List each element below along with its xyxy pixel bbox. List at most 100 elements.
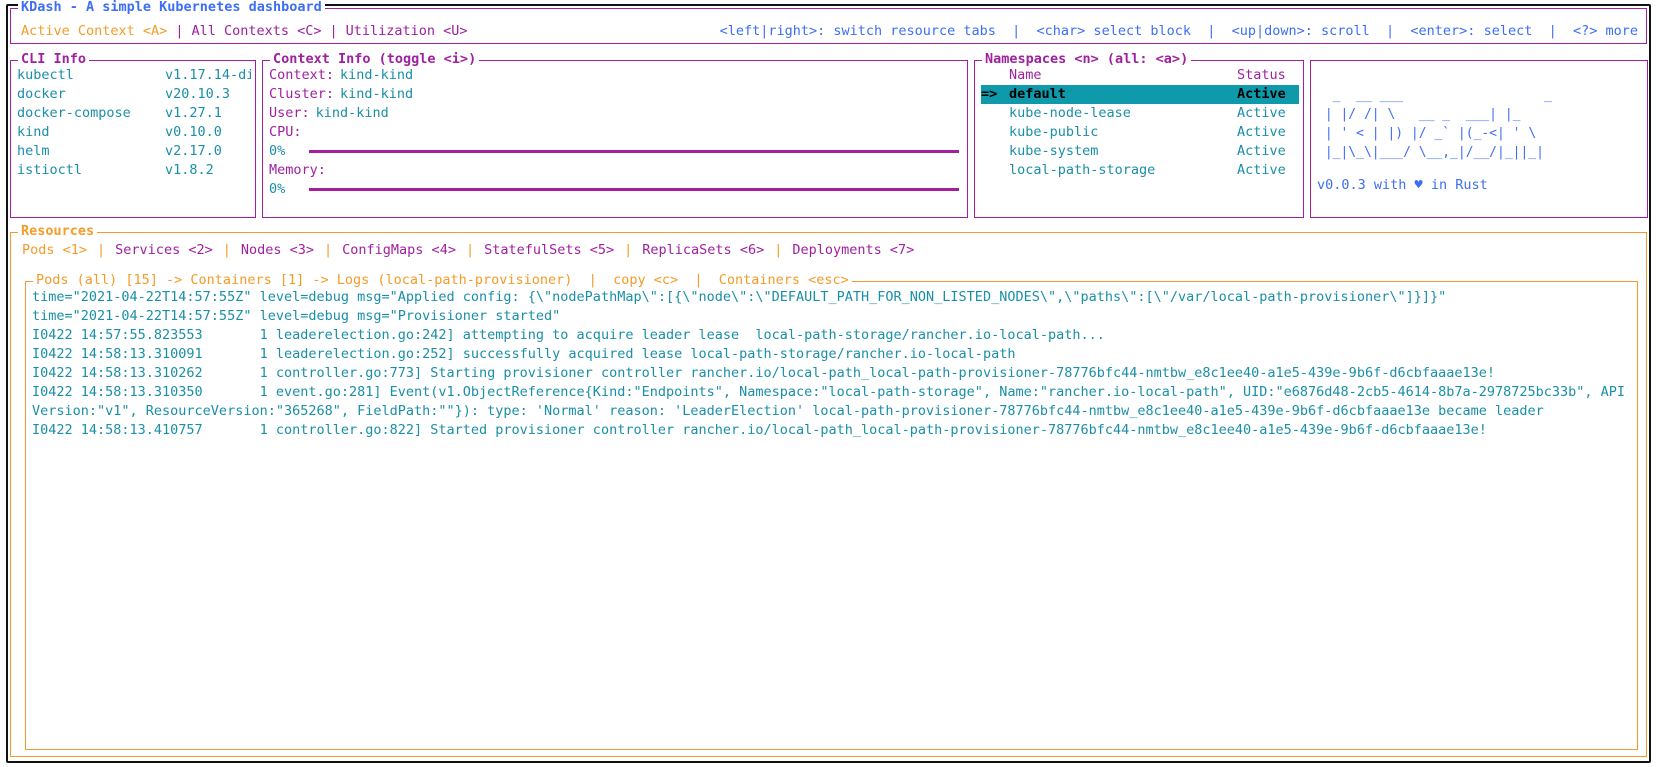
keyboard-help-text: <left|right>: switch resource tabs | <ch…	[719, 23, 1638, 39]
tab-statefulsets[interactable]: StatefulSets <5>	[481, 241, 617, 260]
cli-version: v1.27.1	[165, 105, 222, 121]
status-badge: Active	[1237, 124, 1286, 140]
tab-services[interactable]: Services <2>	[112, 241, 216, 260]
heart-icon: ♥	[1414, 177, 1423, 193]
memory-label: Memory:	[269, 162, 326, 178]
memory-gauge-track	[309, 188, 959, 191]
cli-name: kind	[17, 124, 50, 140]
selected-marker: =>	[981, 86, 998, 102]
logs-panel: Pods (all) [15] -> Containers [1] -> Log…	[25, 272, 1638, 750]
tab-active-context[interactable]: Active Context <A>	[19, 22, 169, 41]
cli-version: v2.17.0	[165, 143, 222, 159]
context-info-title: Context Info (toggle <i>)	[270, 51, 480, 67]
list-item: helm v2.17.0	[17, 142, 251, 161]
cli-info-body: kubectl v1.17.14-disp docker v20.10.3 do…	[17, 66, 251, 215]
kdash-terminal-window: KDash - A simple Kubernetes dashboard Ac…	[0, 0, 1657, 767]
tab-replicasets[interactable]: ReplicaSets <6>	[639, 241, 767, 260]
cpu-percent: 0%	[269, 143, 286, 159]
status-badge: Active	[1237, 105, 1286, 121]
tab-separator: |	[774, 241, 783, 258]
status-badge: Active	[1237, 86, 1286, 102]
context-field-label: Cluster:	[269, 86, 335, 102]
context-field-value: kind-kind	[340, 67, 414, 83]
resource-tabs: Pods <1> | Services <2> | Nodes <3> | Co…	[19, 239, 1640, 261]
table-row[interactable]: local-path-storage Active	[981, 161, 1299, 180]
status-badge: Active	[1237, 162, 1286, 178]
namespaces-table-header: Name Status	[981, 66, 1299, 85]
tab-nodes[interactable]: Nodes <3>	[238, 241, 317, 260]
namespace-name: kube-public	[1009, 124, 1099, 140]
memory-gauge-label: Memory:	[269, 161, 963, 180]
cli-name: kubectl	[17, 67, 74, 83]
context-info-box: Context Info (toggle <i>) Context: kind-…	[262, 51, 968, 218]
context-field-label: User:	[269, 105, 310, 121]
cpu-gauge-track	[309, 150, 959, 153]
namespaces-body: Name Status => default Active kube-node-…	[981, 66, 1299, 215]
context-field: Context: kind-kind	[269, 66, 963, 85]
header-box: KDash - A simple Kubernetes dashboard Ac…	[10, 0, 1647, 44]
context-field-value: kind-kind	[340, 86, 414, 102]
log-line: I0422 14:58:13.310350 1 event.go:281] Ev…	[32, 384, 1626, 419]
cli-info-title: CLI Info	[18, 51, 90, 67]
tab-utilization[interactable]: Utilization <U>	[344, 22, 470, 41]
tab-deployments[interactable]: Deployments <7>	[789, 241, 917, 260]
log-line: time="2021-04-22T14:57:55Z" level=debug …	[32, 308, 561, 324]
logs-breadcrumb: Pods (all) [15] -> Containers [1] -> Log…	[33, 272, 852, 288]
cli-name: docker	[17, 86, 66, 102]
tab-separator: |	[465, 241, 475, 258]
logo-box: _ __ ___ _ | |/ /| \ __ _ ___| |_ | ' < …	[1310, 60, 1648, 218]
column-header-status: Status	[1237, 67, 1286, 83]
log-line: I0422 14:58:13.310091 1 leaderelection.g…	[32, 346, 1016, 362]
namespace-name: kube-node-lease	[1009, 105, 1131, 121]
table-row[interactable]: kube-node-lease Active	[981, 104, 1299, 123]
cli-version: v1.17.14-disp	[165, 67, 251, 83]
context-info-body: Context: kind-kind Cluster: kind-kind Us…	[269, 66, 963, 215]
table-row[interactable]: kube-system Active	[981, 142, 1299, 161]
cli-version: v0.10.0	[165, 124, 222, 140]
cpu-label: CPU:	[269, 124, 302, 140]
table-row[interactable]: kube-public Active	[981, 123, 1299, 142]
tab-all-contexts[interactable]: All Contexts <C>	[189, 22, 323, 41]
namespace-name: local-path-storage	[1009, 162, 1156, 178]
cli-name: docker-compose	[17, 105, 131, 121]
cpu-gauge-label: CPU:	[269, 123, 963, 142]
memory-percent: 0%	[269, 181, 286, 197]
list-item: kubectl v1.17.14-disp	[17, 66, 251, 85]
version-suffix: in Rust	[1422, 177, 1488, 193]
context-field-label: Context:	[269, 67, 335, 83]
tab-pods[interactable]: Pods <1>	[19, 241, 90, 260]
tab-configmaps[interactable]: ConfigMaps <4>	[339, 241, 459, 260]
resources-box: Resources Pods <1> | Services <2> | Node…	[10, 223, 1647, 757]
list-item: docker v20.10.3	[17, 85, 251, 104]
log-line: time="2021-04-22T14:57:55Z" level=debug …	[32, 289, 1447, 305]
header-row: Active Context <A> | All Contexts <C> | …	[19, 22, 1640, 41]
tab-separator: |	[324, 241, 333, 258]
memory-gauge: 0%	[269, 180, 963, 199]
resources-body: Pods <1> | Services <2> | Nodes <3> | Co…	[19, 239, 1640, 752]
column-header-name: Name	[1009, 67, 1042, 83]
cpu-gauge: 0%	[269, 142, 963, 161]
log-line: I0422 14:57:55.823553 1 leaderelection.g…	[32, 327, 1105, 343]
resources-title: Resources	[18, 223, 98, 239]
context-field: User: kind-kind	[269, 104, 963, 123]
version-line: v0.0.3 with ♥ in Rust	[1317, 176, 1643, 195]
version-prefix: v0.0.3 with	[1317, 177, 1415, 193]
kdash-ascii-logo: _ __ ___ _ | |/ /| \ __ _ ___| |_ | ' < …	[1324, 88, 1552, 160]
context-tabs: Active Context <A> | All Contexts <C> | …	[19, 22, 470, 41]
status-badge: Active	[1237, 143, 1286, 159]
tab-separator: |	[222, 241, 231, 258]
tab-separator: |	[329, 23, 338, 39]
cli-version: v1.8.2	[165, 162, 214, 178]
logo-body: _ __ ___ _ | |/ /| \ __ _ ___| |_ | ' < …	[1317, 68, 1643, 215]
log-line: I0422 14:58:13.310262 1 controller.go:77…	[32, 365, 1495, 381]
logs-output[interactable]: time="2021-04-22T14:57:55Z" level=debug …	[32, 288, 1633, 747]
cli-info-box: CLI Info kubectl v1.17.14-disp docker v2…	[10, 51, 256, 218]
tab-separator: |	[175, 23, 184, 39]
app-title: KDash - A simple Kubernetes dashboard	[18, 0, 325, 15]
namespace-name: kube-system	[1009, 143, 1099, 159]
context-field: Cluster: kind-kind	[269, 85, 963, 104]
table-row[interactable]: => default Active	[981, 85, 1299, 104]
tab-separator: |	[97, 241, 106, 258]
list-item: kind v0.10.0	[17, 123, 251, 142]
namespaces-title: Namespaces <n> (all: <a>)	[982, 51, 1192, 67]
